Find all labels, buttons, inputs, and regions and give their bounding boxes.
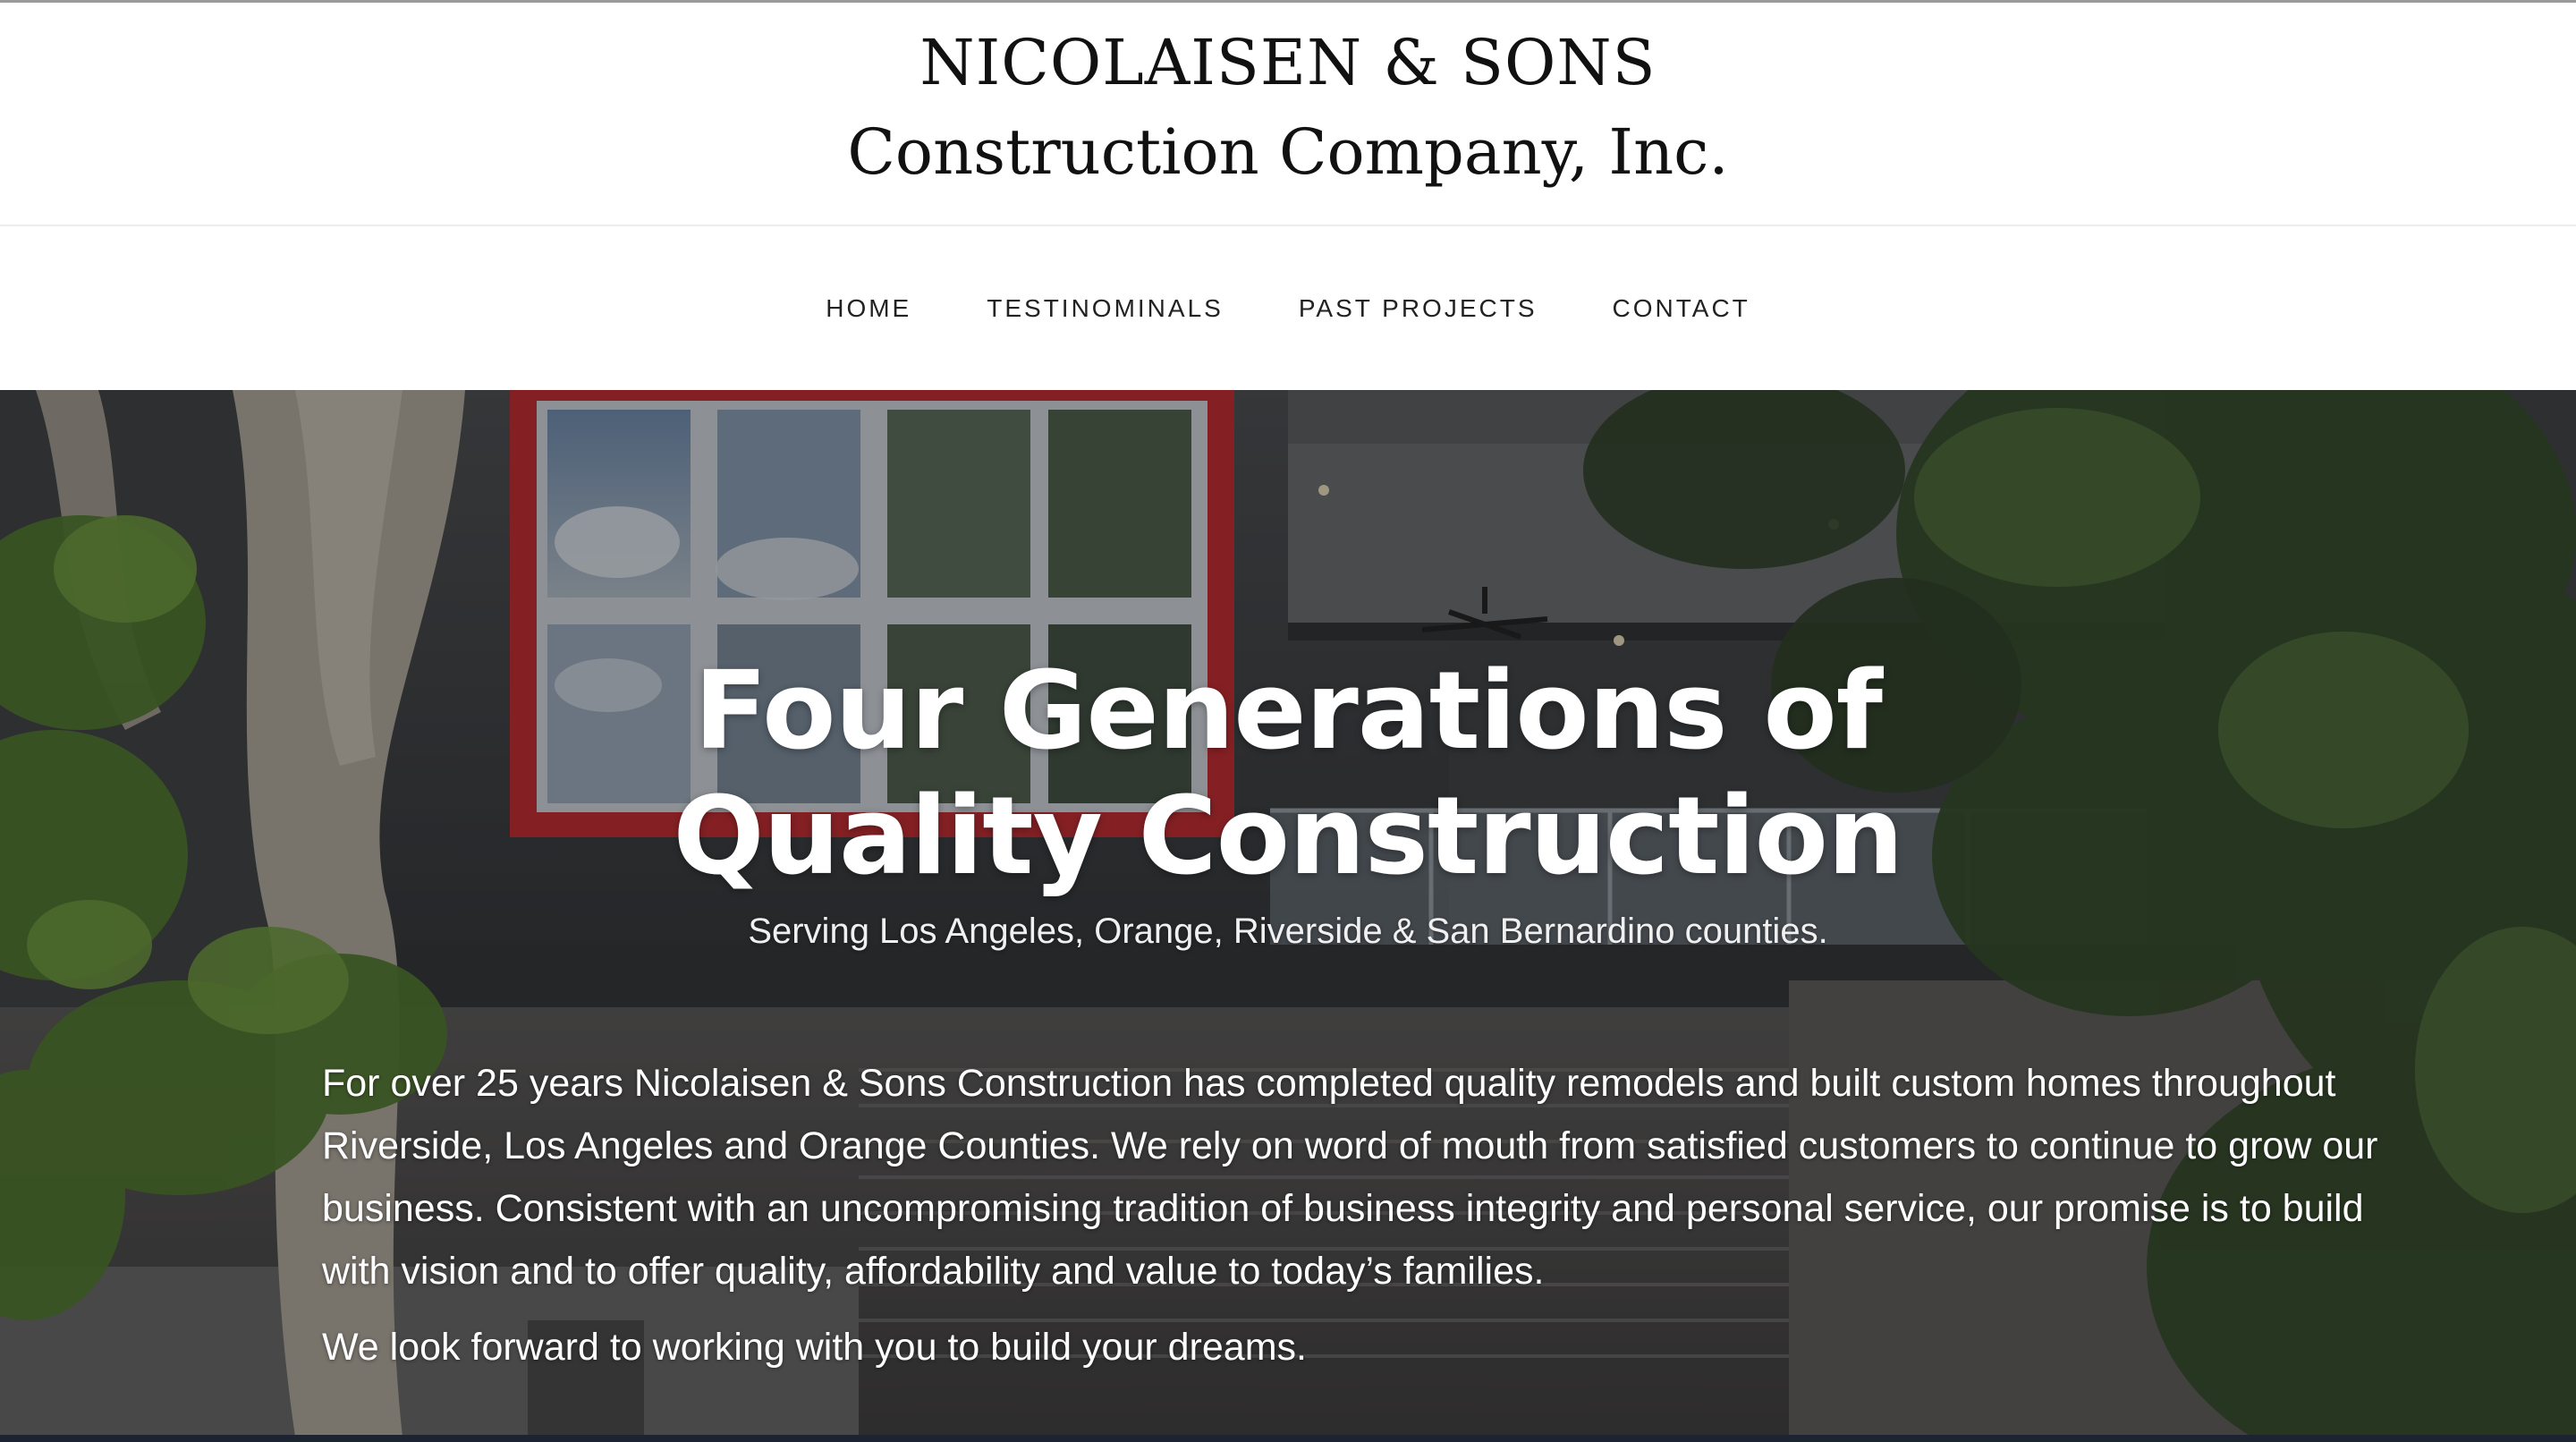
nav-item-contact[interactable]: CONTACT [1609, 282, 1754, 335]
site-logo[interactable]: NICOLAISEN & SONS Construction Company, … [0, 22, 2576, 201]
nav-item-home[interactable]: HOME [822, 282, 915, 335]
logo-company-name: NICOLAISEN & SONS [919, 26, 1657, 99]
hero-content: Four Generations of Quality Construction… [0, 390, 2576, 1437]
hero-subtitle: Serving Los Angeles, Orange, Riverside &… [748, 912, 1828, 951]
nav-item-testimonials[interactable]: TESTINOMINALS [983, 282, 1227, 335]
hero-intro-paragraph: For over 25 years Nicolaisen & Sons Cons… [322, 1062, 2378, 1293]
hero-title: Four Generations of Quality Construction [483, 649, 2093, 900]
site-header: NICOLAISEN & SONS Construction Company, … [0, 3, 2576, 226]
logo-company-type: Construction Company, Inc. [847, 115, 1729, 189]
page: NICOLAISEN & SONS Construction Company, … [0, 0, 2576, 1442]
hero-section: Four Generations of Quality Construction… [0, 390, 2576, 1437]
hero-closing-paragraph: We look forward to working with you to b… [322, 1326, 1307, 1369]
hero-title-line-1: Four Generations of [693, 649, 1883, 774]
nav-item-past-projects[interactable]: PAST PROJECTS [1295, 282, 1541, 335]
hero-title-line-2: Quality Construction [673, 775, 1904, 899]
bottom-edge-bar [0, 1435, 2576, 1442]
main-navigation: HOME TESTINOMINALS PAST PROJECTS CONTACT [0, 227, 2576, 390]
